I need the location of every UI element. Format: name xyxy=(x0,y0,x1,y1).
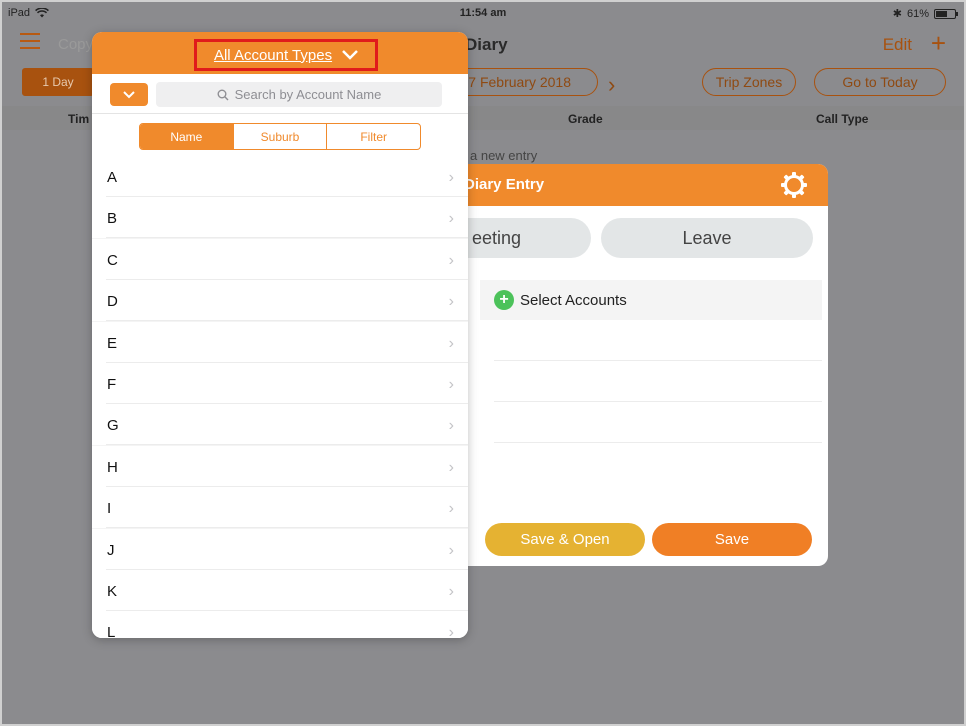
list-item[interactable]: H › xyxy=(92,445,468,487)
popover-header: All Account Types xyxy=(92,32,468,74)
diary-entry-dialog: Diary Entry eeting Leave + Select Accoun… xyxy=(442,164,828,566)
list-item-label: G xyxy=(107,417,119,435)
bluetooth-icon: ✱ xyxy=(892,8,902,20)
account-types-dropdown[interactable]: All Account Types xyxy=(194,39,378,71)
list-item-label: C xyxy=(107,251,118,269)
list-item-label: I xyxy=(107,500,112,518)
list-item[interactable]: E › xyxy=(92,321,468,363)
leave-button[interactable]: Leave xyxy=(601,218,813,258)
divider xyxy=(494,360,822,361)
search-placeholder: Search by Account Name xyxy=(234,87,382,102)
account-letter-list[interactable]: A › B › C › D › E › F › G › H › I › J › K › L › xyxy=(92,156,468,638)
select-accounts-row[interactable]: + Select Accounts xyxy=(480,280,822,320)
list-item-label: K xyxy=(107,583,118,600)
chevron-right-icon: › xyxy=(448,251,454,269)
gear-icon[interactable] xyxy=(780,171,808,199)
list-item-label: F xyxy=(107,376,117,393)
ipad-screen: iPad 11:54 am ✱ 61% Copy Diary Edit + 1 … xyxy=(0,0,966,726)
list-item-label: A xyxy=(107,169,118,186)
account-types-label: All Account Types xyxy=(213,46,333,64)
next-date-icon[interactable]: › xyxy=(608,72,615,98)
account-picker-popover: All Account Types Search by Account Name xyxy=(92,32,468,638)
list-item[interactable]: D › xyxy=(92,280,468,322)
battery-percent: 61% xyxy=(906,7,929,20)
battery-fill xyxy=(936,10,947,17)
chevron-right-icon: › xyxy=(448,500,454,518)
status-bar: iPad 11:54 am ✱ 61% xyxy=(2,2,964,24)
list-item-label: E xyxy=(107,334,118,352)
list-item-label: J xyxy=(107,541,115,559)
new-entry-hint: a new entry xyxy=(470,148,538,163)
add-circle-icon: + xyxy=(494,290,514,310)
battery-icon xyxy=(934,8,958,19)
chevron-right-icon: › xyxy=(448,169,454,186)
list-item[interactable]: L › xyxy=(92,611,468,638)
go-to-today-button[interactable]: Go to Today xyxy=(814,68,946,96)
diary-entry-header: Diary Entry xyxy=(442,164,828,206)
nav-copy-text: Copy xyxy=(58,36,94,53)
list-item[interactable]: A › xyxy=(92,156,468,197)
search-input[interactable]: Search by Account Name xyxy=(156,82,442,107)
segment-name[interactable]: Name xyxy=(140,124,234,149)
segment-suburb[interactable]: Suburb xyxy=(234,124,328,149)
list-item-label: D xyxy=(107,293,118,311)
save-button[interactable]: Save xyxy=(652,523,812,556)
list-item[interactable]: G › xyxy=(92,404,468,446)
list-item[interactable]: F › xyxy=(92,363,468,404)
chevron-right-icon: › xyxy=(448,624,454,638)
list-item[interactable]: K › xyxy=(92,570,468,611)
one-day-button[interactable]: 1 Day xyxy=(22,68,94,96)
chevron-right-icon: › xyxy=(448,376,454,393)
chevron-right-icon: › xyxy=(448,293,454,311)
list-item[interactable]: J › xyxy=(92,528,468,570)
divider xyxy=(494,442,822,443)
chevron-right-icon: › xyxy=(448,458,454,476)
list-item-label: L xyxy=(107,624,116,638)
trip-zones-button[interactable]: Trip Zones xyxy=(702,68,796,96)
segment-filter[interactable]: Filter xyxy=(327,124,420,149)
list-item[interactable]: I › xyxy=(92,487,468,529)
header-time: Tim xyxy=(68,112,90,126)
add-icon[interactable]: + xyxy=(931,30,946,56)
sort-segmented-control: Name Suburb Filter xyxy=(139,123,421,150)
page-title: Diary xyxy=(465,35,508,54)
chevron-down-icon xyxy=(342,50,358,60)
divider xyxy=(494,401,822,402)
chevron-right-icon: › xyxy=(448,541,454,559)
header-call-type: Call Type xyxy=(816,112,869,126)
search-icon xyxy=(217,89,229,100)
select-accounts-label: Select Accounts xyxy=(520,291,627,309)
chevron-right-icon: › xyxy=(448,583,454,600)
chevron-down-icon xyxy=(123,90,135,98)
list-item-label: B xyxy=(107,210,118,228)
status-time: 11:54 am xyxy=(459,7,507,19)
edit-button[interactable]: Edit xyxy=(883,35,912,55)
search-row: Search by Account Name xyxy=(92,74,468,114)
chevron-right-icon: › xyxy=(448,210,454,228)
diary-entry-title: Diary Entry xyxy=(464,176,545,193)
save-and-open-button[interactable]: Save & Open xyxy=(485,523,645,556)
menu-icon[interactable] xyxy=(20,33,40,49)
popover-arrow xyxy=(468,290,480,312)
header-grade: Grade xyxy=(568,112,603,126)
filter-dropdown-button[interactable] xyxy=(110,83,148,106)
list-item[interactable]: C › xyxy=(92,238,468,280)
list-item-label: H xyxy=(107,458,118,476)
list-item[interactable]: B › xyxy=(92,197,468,239)
chevron-right-icon: › xyxy=(448,417,454,435)
chevron-right-icon: › xyxy=(448,334,454,352)
